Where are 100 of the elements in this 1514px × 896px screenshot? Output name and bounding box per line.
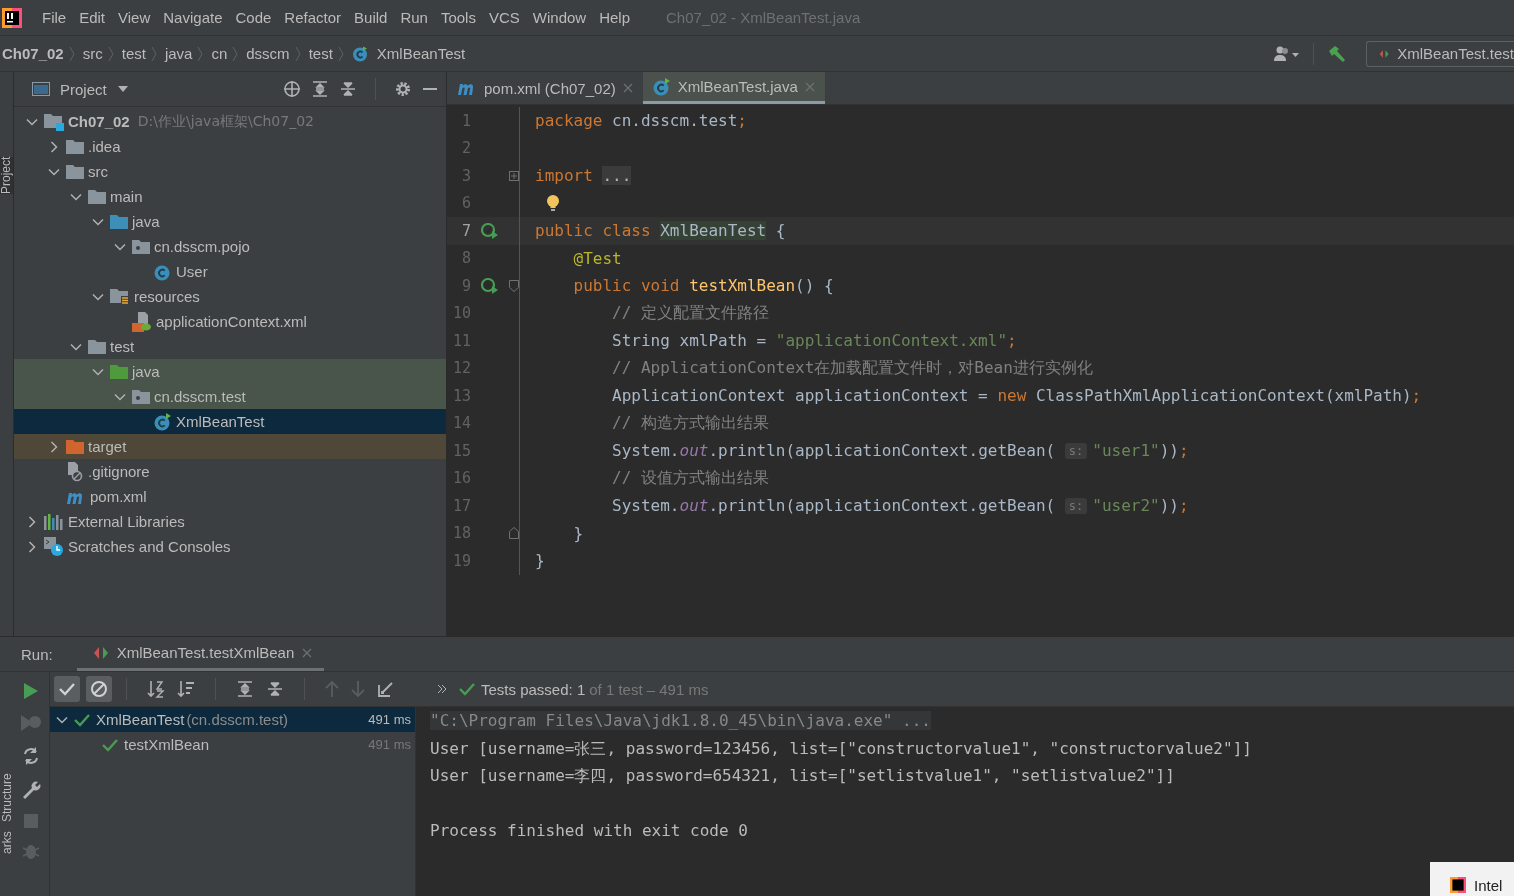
menu-item[interactable]: Edit bbox=[79, 9, 106, 26]
settings-icon[interactable] bbox=[394, 80, 412, 98]
test-tree-item[interactable]: testXmlBean 491 ms bbox=[50, 732, 415, 757]
tree-item[interactable]: main bbox=[14, 184, 446, 209]
line-number: 2 bbox=[460, 139, 471, 158]
user-icon[interactable] bbox=[1274, 45, 1300, 62]
side-tab[interactable]: arks bbox=[0, 831, 14, 854]
tree-item[interactable]: User bbox=[14, 259, 446, 284]
code-token: { bbox=[774, 221, 786, 241]
folder-icon bbox=[66, 439, 84, 454]
tree-item[interactable]: Scratches and Consoles bbox=[14, 534, 446, 559]
tree-item[interactable]: .gitignore bbox=[14, 459, 446, 484]
code-token: } bbox=[572, 523, 584, 543]
tree-item[interactable]: src bbox=[14, 159, 446, 184]
breadcrumb[interactable]: dsscm bbox=[246, 45, 290, 62]
expand-all-icon[interactable] bbox=[236, 680, 254, 698]
tree-item[interactable]: cn.dsscm.test bbox=[14, 384, 446, 409]
menu-item[interactable]: Run bbox=[400, 9, 428, 26]
code-token: .println(applicationContext.getBean( bbox=[708, 496, 1057, 516]
collapse-all-icon[interactable] bbox=[339, 80, 357, 98]
line-number: 7 bbox=[460, 221, 471, 240]
caret-icon[interactable] bbox=[116, 85, 129, 93]
menu-item[interactable]: Help bbox=[599, 9, 631, 26]
menu-item[interactable]: Build bbox=[354, 9, 388, 26]
editor-tab[interactable]: pom.xml (Ch07_02) bbox=[447, 72, 643, 104]
tree-item-label: java bbox=[132, 213, 160, 230]
check-icon bbox=[459, 682, 475, 696]
chevron-right-icon[interactable] bbox=[48, 140, 60, 153]
double-chevron-icon[interactable] bbox=[437, 684, 447, 694]
tree-item[interactable]: target bbox=[14, 434, 446, 459]
export-icon[interactable] bbox=[377, 680, 395, 698]
chevron-right-icon[interactable] bbox=[26, 540, 38, 553]
side-tab[interactable]: Structure bbox=[0, 773, 14, 822]
code-token: XmlBeanTest bbox=[660, 221, 767, 241]
menu-item[interactable]: Code bbox=[235, 9, 272, 26]
tree-item[interactable]: External Libraries bbox=[14, 509, 446, 534]
breadcrumb[interactable]: test bbox=[121, 45, 146, 62]
rerun-icon[interactable] bbox=[21, 746, 41, 766]
menu-item[interactable]: VCS bbox=[488, 9, 520, 26]
breadcrumb[interactable]: Ch07_02 bbox=[2, 45, 64, 62]
panel-title[interactable]: Project bbox=[60, 80, 107, 98]
code-token: ; bbox=[1179, 441, 1189, 461]
sort-alphabetically-icon[interactable] bbox=[147, 680, 165, 698]
tree-item[interactable]: XmlBeanTest bbox=[14, 409, 446, 434]
wrench-icon[interactable] bbox=[21, 780, 41, 800]
test-tree-item[interactable]: XmlBeanTest(cn.dsscm.test) 491 ms bbox=[50, 707, 415, 732]
menu-item[interactable]: File bbox=[42, 9, 67, 26]
collapse-all-icon[interactable] bbox=[266, 680, 284, 698]
menu-item[interactable]: Refactor bbox=[284, 9, 342, 26]
menu-item[interactable]: View bbox=[118, 9, 151, 26]
breadcrumb[interactable]: test bbox=[308, 45, 333, 62]
hammer-icon[interactable] bbox=[1327, 44, 1347, 63]
expand-fold-icon[interactable] bbox=[509, 170, 519, 181]
run-icon[interactable] bbox=[23, 682, 39, 700]
breadcrumb[interactable]: java bbox=[164, 45, 193, 62]
tree-item[interactable]: test bbox=[14, 334, 446, 359]
tree-item[interactable]: applicationContext.xml bbox=[14, 309, 446, 334]
test-duration: 491 ms bbox=[368, 737, 411, 752]
editor-tab[interactable]: XmlBeanTest.java bbox=[642, 72, 825, 104]
tree-item[interactable]: Ch07_02 D:\作业\java框架\Ch07_02 bbox=[14, 109, 446, 134]
tree-item[interactable]: cn.dsscm.pojo bbox=[14, 234, 446, 259]
tree-item-label: .gitignore bbox=[88, 463, 150, 480]
chevron-right-icon[interactable] bbox=[26, 515, 38, 528]
code-token: } bbox=[535, 551, 545, 571]
notification[interactable]: Intel bbox=[1430, 862, 1514, 896]
tree-item[interactable]: pom.xml bbox=[14, 484, 446, 509]
side-tab[interactable]: Project bbox=[0, 156, 13, 194]
fold-icon[interactable] bbox=[509, 279, 519, 292]
folded-code: ... bbox=[602, 166, 632, 186]
sort-by-duration-icon[interactable] bbox=[177, 680, 195, 698]
menu-item[interactable]: Tools bbox=[440, 9, 476, 26]
menu-item[interactable]: Navigate bbox=[163, 9, 223, 26]
breadcrumb[interactable]: src bbox=[82, 45, 103, 62]
breadcrumb[interactable]: cn bbox=[211, 45, 228, 62]
expand-all-icon[interactable] bbox=[311, 80, 329, 98]
tree-item[interactable]: .idea bbox=[14, 134, 446, 159]
show-ignored-toggle[interactable] bbox=[86, 676, 112, 702]
run-test-icon[interactable] bbox=[481, 222, 499, 239]
folder-icon bbox=[66, 164, 84, 179]
chevron-right-icon bbox=[107, 44, 114, 63]
light-bulb-icon[interactable] bbox=[546, 194, 560, 213]
code-token: )) bbox=[1159, 496, 1179, 516]
show-passed-toggle[interactable] bbox=[54, 676, 80, 702]
breadcrumb[interactable]: XmlBeanTest bbox=[351, 45, 466, 62]
tree-item[interactable]: java bbox=[14, 359, 446, 384]
chevron-right-icon bbox=[68, 44, 75, 63]
line-number: 12 bbox=[451, 359, 471, 378]
tree-item[interactable]: java bbox=[14, 209, 446, 234]
close-icon[interactable] bbox=[622, 83, 633, 93]
close-icon[interactable] bbox=[302, 647, 313, 658]
fold-icon[interactable] bbox=[509, 527, 519, 540]
menu-item[interactable]: Window bbox=[532, 9, 587, 26]
run-configuration-dropdown[interactable]: XmlBeanTest.test bbox=[1366, 40, 1514, 67]
crosshair-icon[interactable] bbox=[283, 80, 301, 98]
tree-item[interactable]: resources bbox=[14, 284, 446, 309]
chevron-right-icon[interactable] bbox=[48, 440, 60, 453]
chevron-right-icon bbox=[294, 44, 301, 63]
run-test-icon[interactable] bbox=[481, 277, 499, 294]
class-icon bbox=[652, 77, 671, 96]
run-tab[interactable]: XmlBeanTest.testXmlBean bbox=[76, 637, 325, 671]
